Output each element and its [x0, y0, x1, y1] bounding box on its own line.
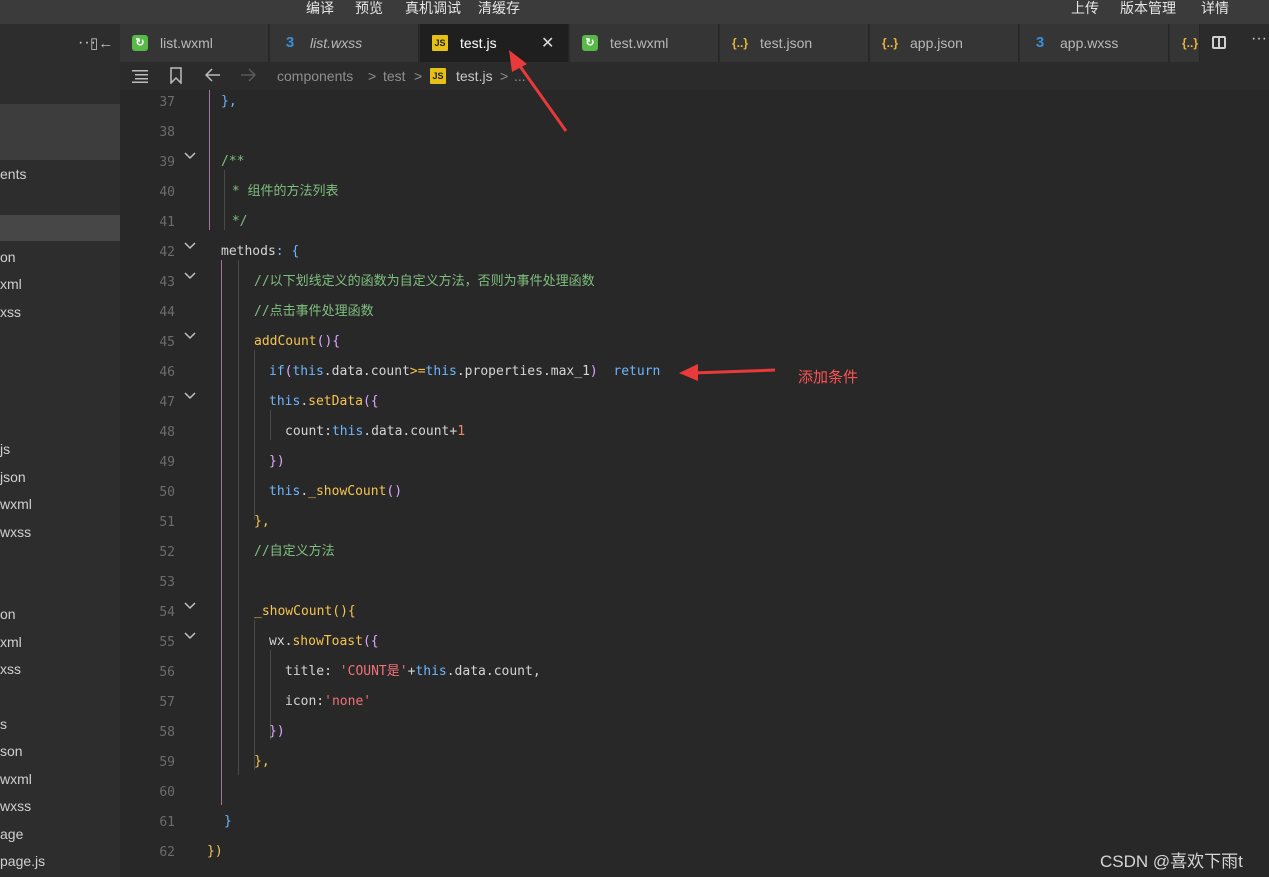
watermark: CSDN @喜欢下雨t: [1100, 852, 1243, 871]
arrow-to-tab: [509, 50, 568, 132]
arrow-to-return: [679, 364, 776, 381]
annotation-label: 添加条件: [798, 369, 859, 386]
annotation-arrows: [509, 50, 776, 381]
